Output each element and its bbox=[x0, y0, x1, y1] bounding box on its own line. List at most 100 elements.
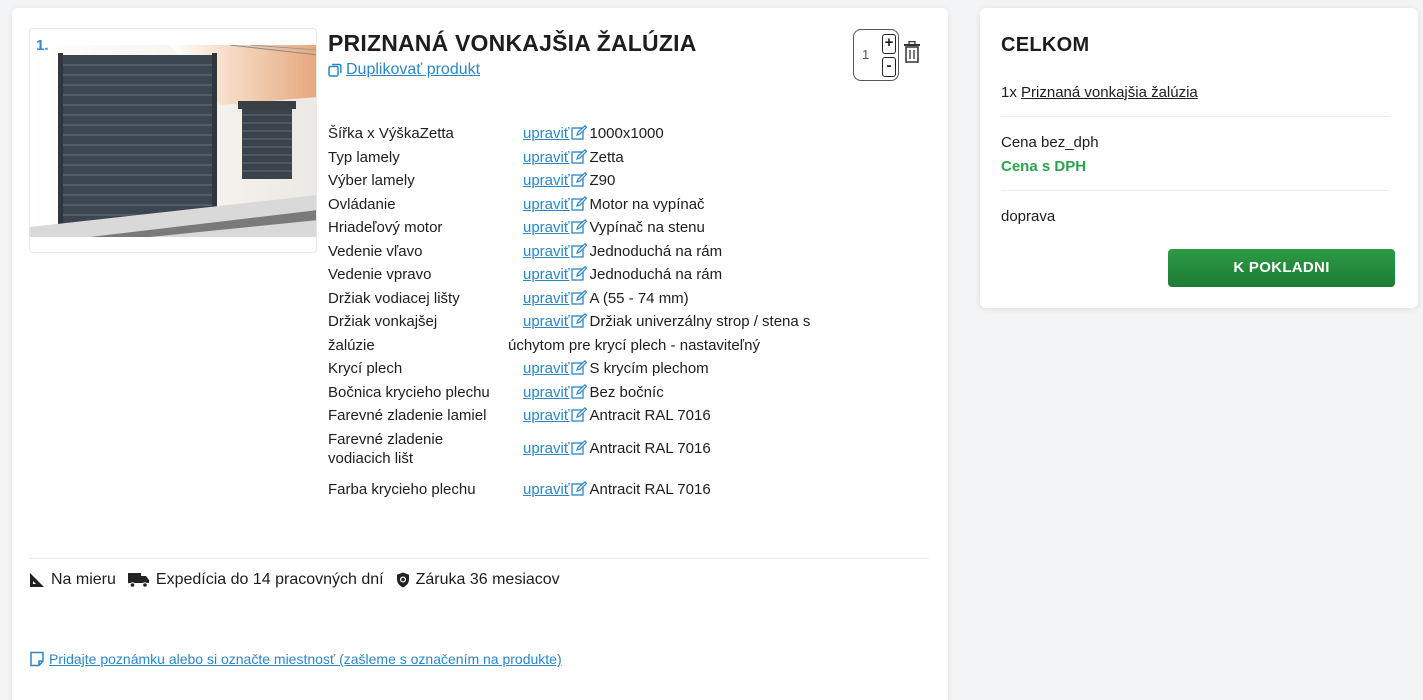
param-row: Vedenie vpravo upraviť Jednoduchá na rám bbox=[328, 263, 888, 287]
edit-icon[interactable] bbox=[571, 242, 588, 258]
edit-link[interactable]: upraviť bbox=[523, 384, 569, 401]
product-photo bbox=[30, 45, 316, 237]
edit-link[interactable]: upraviť bbox=[523, 481, 569, 498]
quantity-control: 1 + - bbox=[853, 29, 921, 81]
edit-icon[interactable] bbox=[571, 313, 588, 328]
edit-icon[interactable] bbox=[571, 219, 588, 234]
edit-link[interactable]: upraviť bbox=[523, 440, 569, 457]
edit-icon[interactable] bbox=[571, 407, 588, 422]
param-value: Jednoduchá na rám bbox=[589, 242, 723, 260]
add-note-label: Pridajte poznámku alebo si označte miest… bbox=[49, 651, 562, 667]
edit-icon[interactable] bbox=[571, 480, 588, 496]
price-with-vat: Cena s DPH bbox=[1001, 158, 1087, 175]
param-value-wrap: upraviť Antracit RAL 7016 bbox=[523, 404, 711, 428]
feature-shipping: Expedícia do 14 pracovných dní bbox=[155, 571, 384, 588]
param-value: Bez bočníc bbox=[589, 383, 664, 401]
param-row: Typ lamely upraviť Zetta bbox=[328, 146, 888, 170]
summary-divider bbox=[1001, 116, 1390, 117]
param-value-wrap: upraviť Bez bočníc bbox=[523, 381, 664, 405]
summary-item-qty: 1x bbox=[1001, 84, 1017, 101]
product-index: 1. bbox=[36, 37, 49, 54]
price-without-vat: Cena bez_dph bbox=[1001, 134, 1099, 151]
param-row: Krycí plech upraviť S krycím plechom bbox=[328, 357, 888, 381]
param-value: Motor na vypínač bbox=[589, 195, 705, 213]
edit-link[interactable]: upraviť bbox=[523, 290, 569, 307]
edit-icon[interactable] bbox=[571, 172, 588, 187]
edit-icon[interactable] bbox=[571, 266, 588, 281]
param-value-wrap: upraviť Antracit RAL 7016 bbox=[523, 478, 711, 502]
product-card: 1. PRIZNANÁ VONKAJŠIA ŽALÚZIA Duplikovať… bbox=[12, 8, 948, 700]
product-divider bbox=[29, 558, 929, 559]
param-row: Bočnica krycieho plechu upraviť Bez boční… bbox=[328, 381, 888, 405]
add-note-link[interactable]: Pridajte poznámku alebo si označte miest… bbox=[29, 651, 562, 667]
feature-measure: Na mieru bbox=[51, 571, 116, 588]
edit-icon[interactable] bbox=[571, 289, 588, 305]
edit-icon[interactable] bbox=[571, 195, 588, 211]
param-label: Farevné zladenie lamiel bbox=[328, 407, 487, 424]
param-label: Držiak vonkajšej bbox=[328, 313, 438, 330]
edit-icon[interactable] bbox=[571, 148, 588, 164]
product-features: Na mieru Expedícia do 14 pracovných dní … bbox=[29, 571, 560, 589]
param-value-wrap: upraviť S krycím plechom bbox=[523, 357, 709, 381]
param-value-wrap: upraviť Zetta bbox=[523, 146, 624, 170]
param-label: Vedenie vpravo bbox=[328, 266, 432, 283]
param-value-wrap: upraviť Držiak univerzálny strop / stena … bbox=[523, 310, 810, 334]
param-value-wrap: upraviť Z90 bbox=[523, 169, 615, 193]
edit-link[interactable]: upraviť bbox=[523, 313, 569, 330]
edit-link[interactable]: upraviť bbox=[523, 266, 569, 283]
edit-link[interactable]: upraviť bbox=[523, 219, 569, 236]
product-title: PRIZNANÁ VONKAJŠIA ŽALÚZIA bbox=[328, 30, 697, 56]
param-label: Typ lamely bbox=[328, 148, 400, 166]
truck-icon bbox=[127, 573, 149, 588]
param-value: Držiak univerzálny strop / stena s bbox=[589, 313, 811, 330]
param-row: Výber lamely upraviť Z90 bbox=[328, 169, 888, 193]
param-row: Šířka x VýškaZetta upraviť 1000x1000 bbox=[328, 122, 888, 146]
param-label: Ovládanie bbox=[328, 195, 396, 213]
edit-icon[interactable] bbox=[571, 439, 588, 455]
param-value: Antracit RAL 7016 bbox=[589, 480, 711, 498]
param-value: Z90 bbox=[589, 172, 616, 189]
param-row: žalúzie úchytom pre krycí plech - nastav… bbox=[328, 334, 888, 358]
param-value-wrap: upraviť 1000x1000 bbox=[523, 122, 664, 146]
param-value: Antracit RAL 7016 bbox=[589, 407, 711, 424]
param-value: Zetta bbox=[589, 148, 624, 166]
param-label: Bočnica krycieho plechu bbox=[328, 383, 490, 401]
param-value: Jednoduchá na rám bbox=[589, 266, 723, 283]
duplicate-product-label: Duplikovať produkt bbox=[346, 61, 481, 78]
param-value: A (55 - 74 mm) bbox=[589, 289, 689, 307]
quantity-value[interactable]: 1 bbox=[862, 47, 869, 62]
param-row: Farevné zladenie vodiacich lišt upraviť A… bbox=[328, 428, 888, 470]
edit-icon[interactable] bbox=[571, 383, 588, 399]
param-label: Hriadeľový motor bbox=[328, 219, 443, 236]
edit-icon[interactable] bbox=[571, 125, 588, 140]
duplicate-product-link[interactable]: Duplikovať produkt bbox=[328, 61, 480, 79]
param-value: 1000x1000 bbox=[589, 125, 664, 142]
edit-icon[interactable] bbox=[571, 360, 588, 375]
edit-link[interactable]: upraviť bbox=[523, 149, 569, 166]
summary-item-link[interactable]: Priznaná vonkajšia žalúzia bbox=[1021, 84, 1198, 101]
summary-item: 1x Priznaná vonkajšia žalúzia bbox=[1001, 84, 1198, 101]
param-row: Hriadeľový motor upraviť Vypínač na stenu bbox=[328, 216, 888, 240]
param-value-wrap: upraviť A (55 - 74 mm) bbox=[523, 287, 689, 311]
param-row: Držiak vodiacej lišty upraviť A (55 - 74 … bbox=[328, 287, 888, 311]
quantity-minus-button[interactable]: - bbox=[882, 57, 896, 77]
edit-link[interactable]: upraviť bbox=[523, 196, 569, 213]
edit-link[interactable]: upraviť bbox=[523, 172, 569, 189]
quantity-plus-button[interactable]: + bbox=[882, 34, 896, 54]
edit-link[interactable]: upraviť bbox=[523, 407, 569, 424]
quantity-stepper[interactable]: 1 + - bbox=[853, 29, 899, 81]
param-label: Krycí plech bbox=[328, 360, 403, 377]
checkout-button[interactable]: K POKLADNI bbox=[1168, 249, 1395, 287]
shipping-label: doprava bbox=[1001, 208, 1056, 225]
copy-icon bbox=[328, 63, 342, 77]
trash-icon[interactable] bbox=[903, 41, 921, 63]
edit-link[interactable]: upraviť bbox=[523, 360, 569, 377]
shield-icon bbox=[396, 572, 409, 588]
edit-link[interactable]: upraviť bbox=[523, 125, 569, 142]
param-label: Šířka x VýškaZetta bbox=[328, 125, 454, 142]
summary-title: CELKOM bbox=[1001, 34, 1090, 56]
note-icon bbox=[30, 651, 44, 667]
product-parameters: Šířka x VýškaZetta upraviť 1000x1000 Typ … bbox=[328, 122, 888, 501]
product-thumbnail[interactable]: 1. bbox=[29, 28, 317, 253]
edit-link[interactable]: upraviť bbox=[523, 243, 569, 260]
